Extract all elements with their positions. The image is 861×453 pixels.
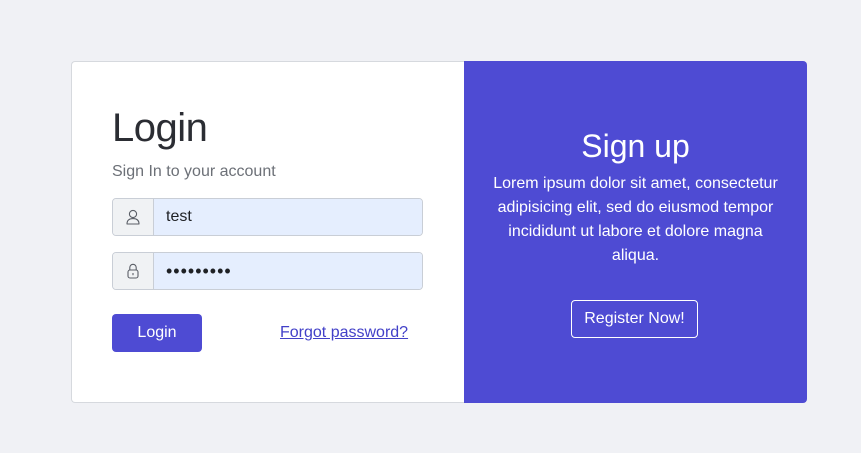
signup-description: Lorem ipsum dolor sit amet, consectetur … — [493, 175, 778, 264]
forgot-password-link[interactable]: Forgot password? — [280, 324, 408, 342]
password-input[interactable] — [154, 253, 422, 289]
password-input-group — [112, 252, 423, 290]
register-button[interactable]: Register Now! — [571, 300, 698, 338]
login-title: Login — [112, 106, 208, 150]
username-input-group — [112, 198, 423, 236]
login-card: Login Sign In to your account Login — [71, 61, 465, 403]
username-input[interactable] — [154, 199, 422, 235]
signup-card: Sign up Lorem ipsum dolor sit amet, cons… — [464, 61, 807, 403]
signup-title: Sign up — [581, 128, 690, 164]
user-icon — [113, 199, 154, 235]
login-page: Login Sign In to your account Login — [0, 0, 861, 453]
login-subtitle: Sign In to your account — [112, 163, 276, 180]
lock-icon — [113, 253, 154, 289]
login-button[interactable]: Login — [112, 314, 202, 352]
